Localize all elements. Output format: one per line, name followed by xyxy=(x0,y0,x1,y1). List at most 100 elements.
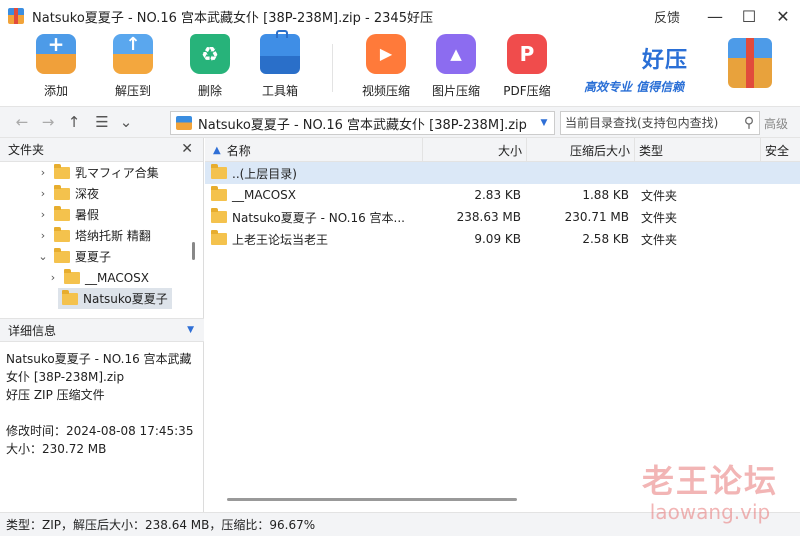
up-arrow-icon[interactable]: ↑ xyxy=(62,110,86,134)
pdf-icon xyxy=(507,34,547,74)
address-bar: ← → ↑ ☰ ⌄ Natsuko夏夏子 - NO.16 宫本武藏女仆 [38P… xyxy=(0,106,800,138)
folder-icon xyxy=(54,163,70,179)
tree-item[interactable]: › 暑假 xyxy=(36,204,99,225)
table-row[interactable]: __MACOSX 2.83 KB 1.88 KB 文件夹 xyxy=(205,184,800,206)
watermark-cn: 老王论坛 xyxy=(641,462,778,500)
column-name-label: 名称 xyxy=(226,143,251,158)
row-size: 2.83 KB xyxy=(474,188,521,202)
column-packed-label: 压缩后大小 xyxy=(569,143,630,158)
brand-banner: 好压 高效专业 值得信赖 xyxy=(584,38,794,100)
chevron-right-icon[interactable]: › xyxy=(46,271,60,284)
tree-item[interactable]: › 乳マフィア合集 xyxy=(36,162,159,183)
folder-icon xyxy=(54,184,70,200)
maximize-icon[interactable]: ☐ xyxy=(732,0,766,32)
row-name: ..(上层目录) xyxy=(232,166,297,181)
add-button[interactable]: 添加 xyxy=(22,32,90,104)
path-text: Natsuko夏夏子 - NO.16 宫本武藏女仆 [38P-238M].zip xyxy=(198,117,527,133)
chevron-right-icon[interactable]: › xyxy=(36,187,50,200)
toolbox-button[interactable]: 工具箱 xyxy=(246,30,314,104)
table-row[interactable]: 上老王论坛当老王 9.09 KB 2.58 KB 文件夹 xyxy=(205,228,800,250)
row-type: 文件夹 xyxy=(641,210,678,225)
title-bar: Natsuko夏夏子 - NO.16 宫本武藏女仆 [38P-238M].zip… xyxy=(0,0,800,32)
sort-up-icon: ▲ xyxy=(213,144,221,156)
column-type[interactable]: 类型 xyxy=(635,138,761,162)
folder-icon xyxy=(211,208,227,223)
tree-item-label: Natsuko夏夏子 xyxy=(83,292,168,306)
details-file-info: Natsuko夏夏子 - NO.16 宫本武藏女仆 [38P-238M].zip… xyxy=(6,350,200,404)
tree-item[interactable]: › 深夜 xyxy=(36,183,99,204)
path-combobox[interactable]: Natsuko夏夏子 - NO.16 宫本武藏女仆 [38P-238M].zip… xyxy=(170,111,555,135)
brand-slogan: 高效专业 值得信赖 xyxy=(584,80,685,94)
row-name-cell: ..(上层目录) xyxy=(211,162,423,184)
folder-pane-title: 文件夹 xyxy=(8,143,45,157)
tree-item[interactable]: ⌄ 夏夏子 xyxy=(36,246,111,267)
tree-item[interactable]: › 塔纳托斯 精翻 xyxy=(36,225,151,246)
main-toolbar: 添加 解压到 删除 工具箱 视频压缩 图片压缩 PDF压缩 好压 高效专业 值得… xyxy=(0,30,800,104)
advanced-search-button[interactable]: 高级 xyxy=(764,115,788,132)
column-packed[interactable]: 压缩后大小 xyxy=(527,138,635,162)
folder-icon xyxy=(64,268,80,284)
details-file-name: Natsuko夏夏子 - NO.16 宫本武藏女仆 [38P-238M].zip xyxy=(6,352,192,384)
feedback-link[interactable]: 反馈 xyxy=(654,7,680,26)
chevron-down-icon[interactable]: ⌄ xyxy=(36,250,50,263)
status-text: 类型：ZIP，解压后大小：238.64 MB，压缩比：96.67% xyxy=(6,518,316,532)
extract-label: 解压到 xyxy=(114,84,151,98)
delete-button[interactable]: 删除 xyxy=(176,32,244,104)
toolbox-icon xyxy=(260,30,300,74)
view-mode-icon[interactable]: ☰ xyxy=(90,110,114,134)
table-row-parent[interactable]: ..(上层目录) xyxy=(205,162,800,184)
close-icon[interactable]: ✕ xyxy=(766,0,800,32)
search-input[interactable] xyxy=(561,116,739,130)
folder-icon xyxy=(211,186,227,201)
pdf-compress-label: PDF压缩 xyxy=(503,84,551,98)
watermark: 老王论坛 laowang.vip xyxy=(630,456,790,524)
tree-item-label: __MACOSX xyxy=(85,270,150,285)
path-dropdown-icon[interactable]: ▼ xyxy=(534,118,554,128)
chevron-right-icon[interactable]: › xyxy=(36,229,50,242)
column-security-label: 安全 xyxy=(765,143,790,158)
tree-item-selected[interactable]: Natsuko夏夏子 xyxy=(58,288,172,309)
chevron-right-icon[interactable]: › xyxy=(36,208,50,221)
row-name: Natsuko夏夏子 - NO.16 宫本... xyxy=(232,210,405,225)
search-icon[interactable]: ⚲ xyxy=(739,115,759,131)
file-list-header: ▲ 名称 大小 压缩后大小 类型 安全 xyxy=(205,138,800,162)
watermark-en: laowang.vip xyxy=(649,500,771,524)
left-pane: 文件夹 ✕ › 乳マフィア合集 › 深夜 › 暑假 › 塔纳托斯 精翻 ⌄ 夏夏… xyxy=(0,138,204,512)
collapse-arrow-icon[interactable]: ▼ xyxy=(187,325,194,335)
image-compress-button[interactable]: 图片压缩 xyxy=(422,32,490,104)
folder-pane-header: 文件夹 ✕ xyxy=(0,138,203,162)
chevron-right-icon[interactable]: › xyxy=(36,166,50,179)
column-security[interactable]: 安全 xyxy=(761,138,800,162)
folder-icon xyxy=(62,289,78,305)
column-name[interactable]: ▲ 名称 xyxy=(205,138,423,162)
details-modified: 修改时间：2024-08-08 17:45:35 xyxy=(6,424,194,438)
folder-icon xyxy=(211,230,227,245)
view-mode-dropdown-icon[interactable]: ⌄ xyxy=(114,110,138,134)
tree-item-label: 塔纳托斯 精翻 xyxy=(75,229,151,243)
tree-item[interactable]: › __MACOSX xyxy=(46,267,149,288)
row-type: 文件夹 xyxy=(641,188,678,203)
details-header[interactable]: 详细信息 ▼ xyxy=(0,318,204,342)
back-arrow-icon[interactable]: ← xyxy=(10,110,34,134)
row-name-cell: Natsuko夏夏子 - NO.16 宫本... xyxy=(211,206,423,228)
horizontal-scrollbar[interactable] xyxy=(227,498,517,501)
image-compress-label: 图片压缩 xyxy=(431,84,480,98)
tree-scrollbar[interactable] xyxy=(192,242,195,260)
row-name-cell: __MACOSX xyxy=(211,184,423,206)
table-row[interactable]: Natsuko夏夏子 - NO.16 宫本... 238.63 MB 230.7… xyxy=(205,206,800,228)
brand-name: 好压 xyxy=(642,48,689,73)
folder-icon xyxy=(211,164,227,179)
forward-arrow-icon[interactable]: → xyxy=(36,110,60,134)
column-size[interactable]: 大小 xyxy=(423,138,527,162)
folder-pane-close-icon[interactable]: ✕ xyxy=(181,141,193,157)
archive-extract-icon xyxy=(113,34,153,74)
video-compress-button[interactable]: 视频压缩 xyxy=(352,32,420,104)
folder-icon xyxy=(54,247,70,263)
window-controls: 反馈 — ☐ ✕ xyxy=(654,0,800,32)
pdf-compress-button[interactable]: PDF压缩 xyxy=(493,32,561,104)
row-packed: 2.58 KB xyxy=(582,232,629,246)
minimize-icon[interactable]: — xyxy=(698,0,732,32)
video-compress-label: 视频压缩 xyxy=(361,84,410,98)
extract-button[interactable]: 解压到 xyxy=(99,32,167,104)
folder-icon xyxy=(54,205,70,221)
